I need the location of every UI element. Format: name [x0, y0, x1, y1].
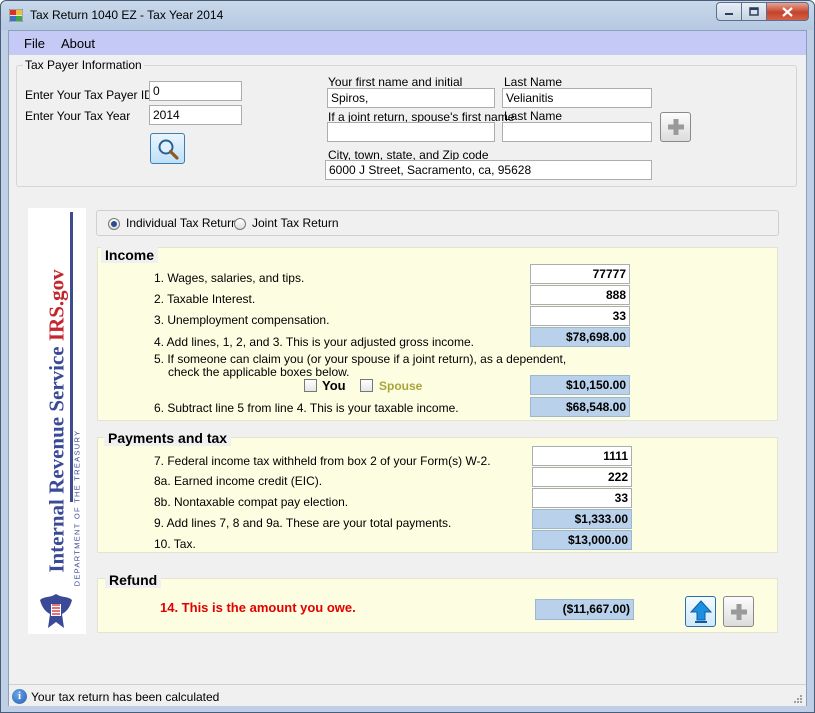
client-area: File About Tax Payer Information Enter Y… — [8, 30, 807, 706]
menu-about[interactable]: About — [61, 36, 95, 51]
irs-wordmark-main: Internal Revenue Service — [44, 341, 69, 573]
search-button[interactable] — [150, 133, 185, 164]
minimize-button[interactable] — [716, 2, 742, 21]
line9-label: 9. Add lines 7, 8 and 9a. These are your… — [154, 516, 452, 530]
arrow-up-icon — [689, 599, 712, 623]
first-name-input[interactable]: Spiros, — [327, 88, 495, 108]
add-spouse-button[interactable] — [660, 112, 691, 142]
line4-label: 4. Add lines, 1, 2, and 3. This is your … — [154, 335, 474, 349]
line6-label: 6. Subtract line 5 from line 4. This is … — [154, 401, 459, 415]
eagle-icon — [40, 594, 72, 628]
income-title: Income — [101, 247, 159, 263]
line6-value: $68,548.00 — [530, 397, 630, 417]
line1-input[interactable]: 77777 — [530, 264, 630, 284]
line8a-input[interactable]: 222 — [532, 467, 632, 487]
menu-bar: File About — [9, 31, 806, 55]
info-icon: i — [12, 689, 27, 704]
maximize-button[interactable] — [741, 2, 767, 21]
line2-label: 2. Taxable Interest. — [154, 292, 256, 306]
taxpayer-group-title: Tax Payer Information — [23, 58, 144, 72]
status-bar: i Your tax return has been calculated — [9, 684, 806, 706]
line14-label: 14. This is the amount you owe. — [160, 600, 356, 615]
app-icon — [9, 9, 23, 22]
payments-title: Payments and tax — [104, 430, 232, 446]
app-window: Tax Return 1040 EZ - Tax Year 2014 File … — [0, 0, 815, 713]
joint-return-label: Joint Tax Return — [252, 216, 339, 230]
return-type-group: Individual Tax Return Joint Tax Return — [96, 210, 779, 236]
city-input[interactable]: 6000 J Street, Sacramento, ca, 95628 — [325, 160, 652, 180]
add-button[interactable] — [723, 596, 754, 627]
window-title: Tax Return 1040 EZ - Tax Year 2014 — [30, 8, 224, 22]
you-checkbox[interactable] — [304, 379, 317, 392]
first-name-label: Your first name and initial — [328, 75, 463, 89]
line7-label: 7. Federal income tax withheld from box … — [154, 454, 491, 468]
spouse-last-name-input[interactable] — [502, 122, 652, 142]
individual-return-radio[interactable] — [108, 218, 120, 230]
tax-year-input[interactable]: 2014 — [149, 105, 242, 125]
line14-value: ($11,667.00) — [535, 599, 634, 620]
refund-title: Refund — [105, 572, 162, 588]
tax-year-label: Enter Your Tax Year — [25, 109, 131, 123]
line8b-label: 8b. Nontaxable compat pay election. — [154, 495, 349, 509]
plus-icon — [730, 603, 747, 620]
line5-value: $10,150.00 — [530, 375, 630, 395]
search-icon — [158, 139, 179, 160]
minimize-icon — [725, 12, 733, 15]
irs-wordmark-gov: IRS.gov — [44, 269, 69, 342]
status-text: Your tax return has been calculated — [31, 690, 220, 704]
resize-grip-icon[interactable] — [793, 694, 803, 704]
irs-department: DEPARTMENT OF THE TREASURY — [72, 429, 82, 587]
spouse-checkbox[interactable] — [360, 379, 373, 392]
irs-logo-panel: Internal Revenue Service IRS.gov DEPARTM… — [28, 208, 86, 634]
line4-value: $78,698.00 — [530, 327, 630, 347]
line8b-input[interactable]: 33 — [532, 488, 632, 508]
line1-label: 1. Wages, salaries, and tips. — [154, 271, 305, 285]
title-bar[interactable]: Tax Return 1040 EZ - Tax Year 2014 — [1, 1, 814, 30]
plus-icon — [667, 119, 684, 135]
you-checkbox-label: You — [322, 378, 346, 393]
line3-input[interactable]: 33 — [530, 306, 630, 326]
line10-label: 10. Tax. — [154, 537, 196, 551]
joint-return-radio[interactable] — [234, 218, 246, 230]
menu-file[interactable]: File — [24, 36, 45, 51]
individual-return-label: Individual Tax Return — [126, 216, 238, 230]
taxpayer-id-label: Enter Your Tax Payer ID — [25, 88, 153, 102]
maximize-icon — [749, 7, 759, 16]
close-icon — [782, 6, 793, 17]
line8a-label: 8a. Earned income credit (EIC). — [154, 474, 323, 488]
line5-label-a: 5. If someone can claim you (or your spo… — [154, 352, 567, 366]
line10-value: $13,000.00 — [532, 530, 632, 550]
close-button[interactable] — [766, 2, 809, 21]
line3-label: 3. Unemployment compensation. — [154, 313, 330, 327]
line2-input[interactable]: 888 — [530, 285, 630, 305]
spouse-checkbox-label: Spouse — [379, 379, 423, 393]
taxpayer-id-input[interactable]: 0 — [149, 81, 242, 101]
line9-value: $1,333.00 — [532, 509, 632, 529]
last-name-label: Last Name — [504, 75, 563, 89]
line5-label-b: check the applicable boxes below. — [168, 365, 350, 379]
window-controls — [716, 2, 809, 21]
spouse-first-name-input[interactable] — [327, 122, 495, 142]
spouse-last-name-label: Last Name — [504, 109, 563, 123]
irs-wordmark: Internal Revenue Service IRS.gov — [45, 269, 70, 572]
last-name-input[interactable]: Velianitis — [502, 88, 652, 108]
line7-input[interactable]: 1111 — [532, 446, 632, 466]
calculate-button[interactable] — [685, 596, 716, 627]
